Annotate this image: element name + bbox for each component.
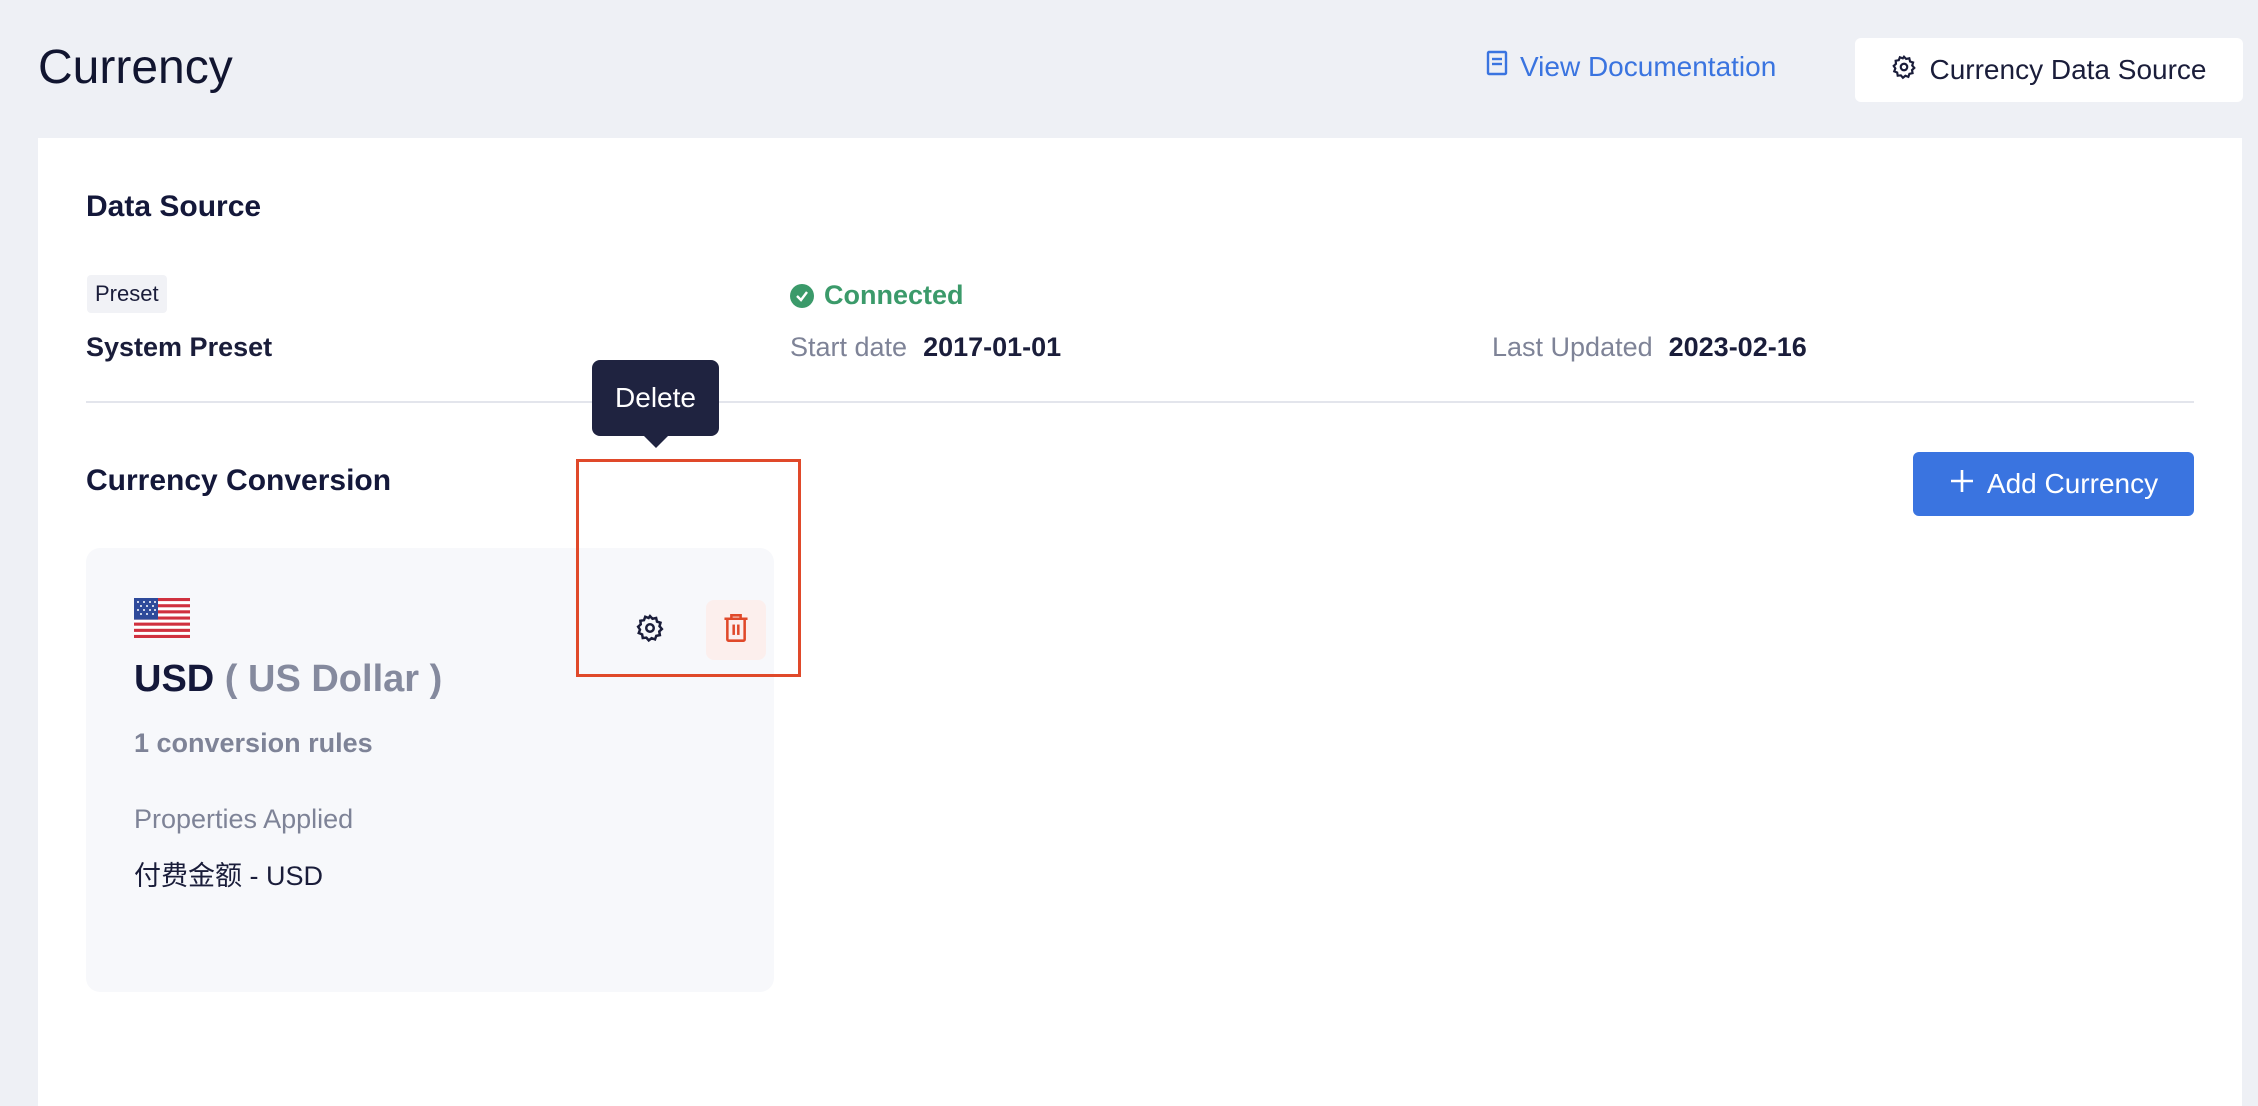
add-currency-button[interactable]: Add Currency [1913,452,2194,516]
conversion-rules-count: 1 conversion rules [134,728,373,758]
view-documentation-label: View Documentation [1520,50,1777,82]
data-source-name: System Preset [86,332,273,362]
data-source-title: Data Source [86,190,262,223]
delete-tooltip: Delete [592,360,719,448]
properties-applied-label: Properties Applied [134,804,354,834]
currency-data-source-label: Currency Data Source [1929,54,2207,85]
main-panel: Data Source Preset System Preset Connect… [38,138,2242,1106]
last-updated-value: 2023-02-16 [1668,332,1807,362]
add-currency-label: Add Currency [1986,468,2159,499]
start-date: Start date 2017-01-01 [790,332,1061,363]
currency-conversion-title: Currency Conversion [86,464,392,497]
last-updated: Last Updated 2023-02-16 [1492,332,1807,363]
connection-status-label: Connected [824,280,964,310]
us-flag-icon [134,598,190,643]
delete-currency-button[interactable] [706,600,766,660]
start-date-value: 2017-01-01 [923,332,1062,362]
connection-status: Connected [790,280,964,311]
last-updated-label: Last Updated [1492,332,1653,362]
gear-icon [1891,54,1917,87]
check-circle-icon [790,283,814,308]
preset-tag: Preset [87,275,167,313]
currency-code: USD [134,658,215,700]
start-date-label: Start date [790,332,908,362]
currency-data-source-button[interactable]: Currency Data Source [1855,38,2243,102]
page-title: Currency [38,41,233,94]
trash-icon [722,613,750,648]
section-divider [86,401,2194,403]
gear-icon [635,613,665,648]
properties-applied-value: 付费金额 - USD [134,861,323,891]
currency-name: ( US Dollar ) [224,658,443,700]
currency-title: USD ( US Dollar ) [134,658,442,701]
currency-settings-button[interactable] [626,606,674,654]
delete-tooltip-label: Delete [615,382,696,413]
plus-icon [1949,468,1975,501]
document-icon [1486,50,1508,83]
view-documentation-link[interactable]: View Documentation [1486,50,1776,83]
currency-card: USD ( US Dollar ) 1 conversion rules Pro… [86,548,774,992]
